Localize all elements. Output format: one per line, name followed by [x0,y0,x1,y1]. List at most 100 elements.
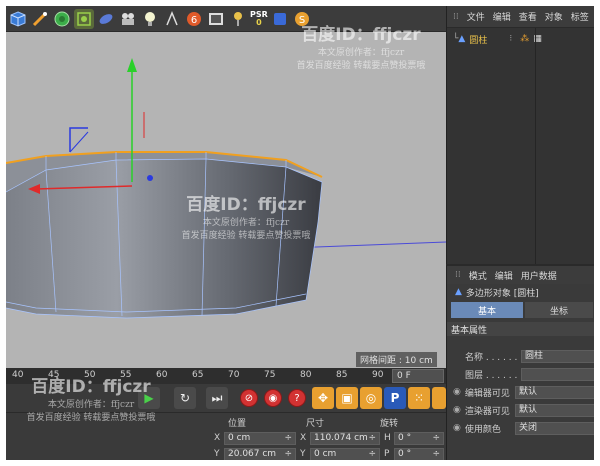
radio-icon[interactable]: ◉ [453,387,461,397]
svg-text:S: S [299,15,305,26]
menu-object[interactable]: 对象 [545,10,563,23]
rot-h-field[interactable]: 0 ° ÷ [394,431,444,445]
prop-label: 名称 . . . . . . [465,352,518,363]
rot-p-field[interactable]: 0 ° ÷ [394,447,444,460]
play-icon[interactable]: ▶ [138,387,160,409]
timeline-ruler[interactable]: 40 45 50 55 60 65 70 75 80 85 90 0 F [6,368,446,384]
layer-field[interactable] [521,367,594,381]
y-axis-arrow[interactable] [127,58,137,72]
render-visible-select[interactable]: 默认 [515,403,594,417]
editor-visible-select[interactable]: 默认 [515,385,594,399]
current-frame-field[interactable]: 0 F [392,369,444,383]
polygon-object-icon: ▲ [455,287,462,297]
size-x-field[interactable]: 110.074 cm ÷ [310,431,380,445]
environment-icon[interactable] [96,9,116,29]
tab-basic[interactable]: 基本 [451,302,523,318]
coord-row-x: X 0 cm ÷ X 110.074 cm ÷ H 0 ° ÷ [214,431,444,445]
tag-icon[interactable]: 6 [184,9,204,29]
keyframe-icon[interactable] [270,9,290,29]
timeline-tick: 45 [48,370,60,380]
menu-mode[interactable]: 模式 [469,269,487,282]
radio-icon[interactable]: ◉ [453,423,461,433]
snap-icon[interactable] [162,9,182,29]
attribute-title: ▲ 多边形对象 [圆柱] [447,284,594,300]
prop-label: 使用颜色 [464,424,501,435]
scale-key-icon[interactable]: ▣ [336,387,358,409]
timeline-tick: 50 [84,370,96,380]
size-y-value: 0 cm [314,448,337,459]
axis-label: X [300,433,307,443]
axis-label: P [384,449,390,459]
record-key-button[interactable]: ⊘ [238,387,260,409]
coordinate-manager: 位置 尺寸 旋转 X 0 cm ÷ X 110.074 cm ÷ H 0 ° ÷ Y … [6,412,446,460]
transport-controls: ▶ ↻ ⏭ ⊘ ◉ ? ✥ ▣ ◎ P ⁙ [6,384,446,412]
menu-tags[interactable]: 标签 [571,10,589,23]
point-key-icon[interactable]: ⁙ [408,387,430,409]
menu-file[interactable]: 文件 [467,10,485,23]
rot-p-value: 0 ° [398,448,412,459]
deformer-icon[interactable] [74,8,94,29]
object-manager-menu: ⁞⁞ 文件 编辑 查看 对象 标签 [447,6,594,28]
psr-indicator[interactable]: PSR 0 [250,10,268,27]
rotate-key-icon[interactable]: ◎ [360,387,382,409]
pos-y-field[interactable]: 20.067 cm ÷ [224,447,296,460]
column-divider [535,28,536,264]
axis-label: Y [214,449,220,459]
menu-view[interactable]: 查看 [519,10,537,23]
menu-edit[interactable]: 编辑 [493,10,511,23]
film-icon[interactable] [432,387,446,409]
param-key-icon[interactable]: P [384,387,406,409]
key-icon: ⊘ [240,389,258,407]
autokey-button[interactable]: ◉ [262,387,284,409]
cube-icon[interactable] [8,9,28,29]
timeline-tick: 85 [336,370,348,380]
rot-h-value: 0 ° [398,432,412,443]
visibility-dots-icon[interactable]: ⁝ [509,34,512,44]
prop-label: 图层 . . . . . . [465,370,518,381]
menu-attr-edit[interactable]: 编辑 [495,269,513,282]
loop-icon[interactable]: ↻ [174,387,196,409]
object-row-cylinder[interactable]: └ ▲ 圆柱 ⁝ ⁂ ▦ [447,32,594,46]
render-view-icon[interactable] [206,9,226,29]
timeline-tick: 75 [264,370,276,380]
menu-user-data[interactable]: 用户数据 [521,269,557,282]
keyframe-selection-button[interactable]: ? [286,387,308,409]
pos-x-field[interactable]: 0 cm ÷ [224,431,296,445]
brush-icon[interactable] [228,9,248,29]
tab-coord[interactable]: 坐标 [525,302,593,318]
timeline-tick: 60 [156,370,168,380]
prop-label: 渲染器可见 [464,406,510,417]
pos-y-value: 20.067 cm [228,448,277,459]
use-color-select[interactable]: 关闭 [515,421,594,435]
go-to-end-icon[interactable]: ⏭ [206,387,228,409]
grip-icon: ⁞⁞ [453,11,459,22]
axis-label: X [214,433,221,443]
cylinder-body[interactable] [6,159,322,318]
light-icon[interactable] [140,9,160,29]
timeline-tick: 65 [192,370,204,380]
grid-spacing-label: 网格间距 : 10 cm [356,352,437,367]
cinema4d-window: 6 PSR 0 S 网格间距: 10 cm 40 45 50 55 60 65… [6,6,594,460]
camera-icon[interactable] [118,9,138,29]
prop-row-name: 名称 . . . . . . 圆柱 [447,348,594,364]
grip-icon: ⁞⁞ [455,270,461,280]
autokey-icon: ◉ [264,389,282,407]
z-axis-handle[interactable] [147,175,153,181]
size-header: 尺寸 [306,419,325,429]
pen-icon[interactable] [30,9,50,29]
name-field[interactable]: 圆柱 [521,349,594,363]
3d-viewport[interactable]: 网格间距 : 10 cm [6,32,446,368]
size-y-field[interactable]: 0 cm ÷ [310,447,380,460]
attribute-manager: ⁞⁞ 模式 编辑 用户数据 ▲ 多边形对象 [圆柱] 基本 坐标 基本属性 名称… [446,264,594,460]
phong-tag-icon[interactable]: ⁂ [520,34,529,44]
radio-icon[interactable]: ◉ [453,405,461,415]
subdivision-icon[interactable] [52,9,72,29]
move-key-icon[interactable]: ✥ [312,387,334,409]
main-toolbar: 6 PSR 0 S [6,6,446,32]
script-icon[interactable]: S [292,9,312,29]
object-manager: ⁞⁞ 文件 编辑 查看 对象 标签 └ ▲ 圆柱 ⁝ ⁂ ▦ [446,6,594,264]
object-name: 圆柱 [469,35,488,46]
polygon-object-icon: ▲ [458,34,466,44]
attribute-menu: ⁞⁞ 模式 编辑 用户数据 [447,266,594,284]
timeline-tick: 90 [372,370,384,380]
